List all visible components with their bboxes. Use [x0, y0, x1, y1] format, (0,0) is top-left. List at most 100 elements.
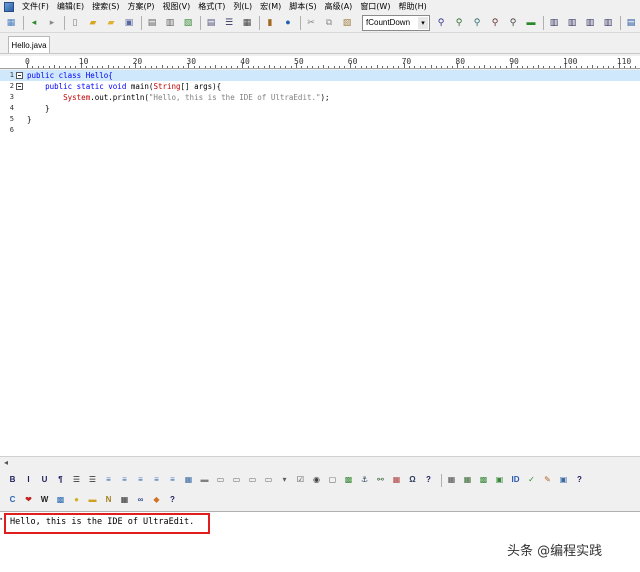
- grid-icon[interactable]: ▦: [445, 474, 458, 487]
- menu-item[interactable]: 帮助(H): [394, 0, 430, 13]
- outdent-icon[interactable]: ≡: [150, 474, 163, 487]
- code-line[interactable]: 5}: [0, 114, 640, 125]
- menu-item[interactable]: 编辑(E): [53, 0, 88, 13]
- italic-icon[interactable]: I: [22, 474, 35, 487]
- color-icon[interactable]: ▦: [390, 474, 403, 487]
- replace-in-files-icon[interactable]: ⚲: [506, 16, 520, 30]
- globe-icon[interactable]: ●: [281, 16, 295, 30]
- goto-icon[interactable]: ▬: [524, 16, 538, 30]
- css-icon[interactable]: ▩: [477, 474, 490, 487]
- align-center-icon[interactable]: ▥: [565, 16, 579, 30]
- align-left-icon[interactable]: ▥: [547, 16, 561, 30]
- code-line[interactable]: 3 System.out.println("Hello, this is the…: [0, 92, 640, 103]
- export-icon[interactable]: ▧: [181, 16, 195, 30]
- paragraph-icon[interactable]: ¶: [54, 474, 67, 487]
- heart-icon[interactable]: ❤: [22, 494, 35, 507]
- app-icon[interactable]: [4, 1, 14, 12]
- align-right-icon[interactable]: ▥: [583, 16, 597, 30]
- box-icon[interactable]: ▩: [54, 494, 67, 507]
- button-icon[interactable]: ▭: [230, 474, 243, 487]
- menu-item[interactable]: 宏(M): [256, 0, 285, 13]
- refresh-icon[interactable]: C: [6, 494, 19, 507]
- replace-icon[interactable]: ⚲: [470, 16, 484, 30]
- chain-icon[interactable]: ∞: [134, 494, 147, 507]
- special-char-icon[interactable]: Ω: [406, 474, 419, 487]
- cut-icon[interactable]: ✂: [304, 16, 318, 30]
- copy-icon[interactable]: ⧉: [322, 16, 336, 30]
- code-line[interactable]: 1 public class Hello{: [0, 70, 640, 81]
- new-file-icon[interactable]: ▦: [4, 16, 18, 30]
- code-line[interactable]: 2 public static void main(String[] args)…: [0, 81, 640, 92]
- open-folder-icon[interactable]: ▰: [86, 16, 100, 30]
- menu-item[interactable]: 脚本(S): [285, 0, 320, 13]
- underline-icon[interactable]: U: [38, 474, 51, 487]
- table-icon[interactable]: ▦: [182, 474, 195, 487]
- menu-item[interactable]: 窗口(W): [356, 0, 394, 13]
- menu-item[interactable]: 方案(P): [123, 0, 158, 13]
- chevron-down-icon[interactable]: ▾: [418, 16, 428, 29]
- split-h-icon[interactable]: ▤: [624, 16, 638, 30]
- n-icon[interactable]: N: [102, 494, 115, 507]
- wiki-icon[interactable]: W: [38, 494, 51, 507]
- view-icon[interactable]: ▦: [461, 474, 474, 487]
- forward-icon[interactable]: ▸: [45, 16, 59, 30]
- open-project-icon[interactable]: ▰: [104, 16, 118, 30]
- validate-icon[interactable]: ▣: [493, 474, 506, 487]
- justify-icon[interactable]: ▥: [601, 16, 615, 30]
- menu-item[interactable]: 列(L): [229, 0, 256, 13]
- preview-icon[interactable]: ▣: [557, 474, 570, 487]
- link-icon[interactable]: ⚯: [374, 474, 387, 487]
- find-in-files-icon[interactable]: ⚲: [488, 16, 502, 30]
- frame-icon[interactable]: ▢: [326, 474, 339, 487]
- back-icon[interactable]: ◂: [27, 16, 41, 30]
- align-center-html-icon[interactable]: ≡: [118, 474, 131, 487]
- save-icon[interactable]: ▣: [122, 16, 136, 30]
- horizontal-scrollbar[interactable]: ◂: [0, 456, 640, 468]
- hr-icon[interactable]: ▬: [198, 474, 211, 487]
- menu-item[interactable]: 搜索(S): [88, 0, 123, 13]
- print-icon[interactable]: ▤: [145, 16, 159, 30]
- bold-icon[interactable]: B: [6, 474, 19, 487]
- tools-icon[interactable]: ✎: [541, 474, 554, 487]
- print-preview-icon[interactable]: ▥: [163, 16, 177, 30]
- spell-icon[interactable]: ✓: [525, 474, 538, 487]
- fold-toggle-icon[interactable]: [16, 83, 23, 90]
- function-list-select[interactable]: fCountDown ▾: [362, 14, 430, 31]
- scroll-left-icon[interactable]: ◂: [4, 458, 8, 467]
- book-icon[interactable]: ▮: [263, 16, 277, 30]
- document-icon[interactable]: ▤: [204, 16, 218, 30]
- html-help2-icon[interactable]: ?: [573, 474, 586, 487]
- blockquote-icon[interactable]: ≡: [166, 474, 179, 487]
- checkbox-icon[interactable]: ☑: [294, 474, 307, 487]
- find-icon[interactable]: ⚲: [434, 16, 448, 30]
- code-editor[interactable]: 1 public class Hello{2 public static void…: [0, 70, 640, 456]
- code-icon[interactable]: ▦: [118, 494, 131, 507]
- blank-doc-icon[interactable]: ▯: [68, 16, 82, 30]
- hex-icon[interactable]: ▦: [240, 16, 254, 30]
- align-left-html-icon[interactable]: ≡: [102, 474, 115, 487]
- file-tab-hello-java[interactable]: Hello.java: [8, 36, 50, 53]
- note-icon[interactable]: ▬: [86, 494, 99, 507]
- bulb-icon[interactable]: ●: [70, 494, 83, 507]
- list-icon[interactable]: ☰: [222, 16, 236, 30]
- input-icon[interactable]: ▭: [246, 474, 259, 487]
- html-help-icon[interactable]: ?: [422, 474, 435, 487]
- id-icon[interactable]: ID: [509, 474, 522, 487]
- menu-item[interactable]: 高级(A): [321, 0, 357, 13]
- number-list-icon[interactable]: ☰: [86, 474, 99, 487]
- image-icon[interactable]: ▩: [342, 474, 355, 487]
- code-line[interactable]: 6: [0, 125, 640, 136]
- paste-icon[interactable]: ▨: [340, 16, 354, 30]
- indent-icon[interactable]: ≡: [134, 474, 147, 487]
- fold-toggle-icon[interactable]: [16, 72, 23, 79]
- code-line[interactable]: 4 }: [0, 103, 640, 114]
- radio-icon[interactable]: ◉: [310, 474, 323, 487]
- about-icon[interactable]: ?: [166, 494, 179, 507]
- menu-item[interactable]: 格式(T): [194, 0, 229, 13]
- menu-item[interactable]: 视图(V): [159, 0, 195, 13]
- textarea-icon[interactable]: ▭: [262, 474, 275, 487]
- select-icon[interactable]: ▾: [278, 474, 291, 487]
- windows-icon[interactable]: ◆: [150, 494, 163, 507]
- find-next-icon[interactable]: ⚲: [452, 16, 466, 30]
- form-icon[interactable]: ▭: [214, 474, 227, 487]
